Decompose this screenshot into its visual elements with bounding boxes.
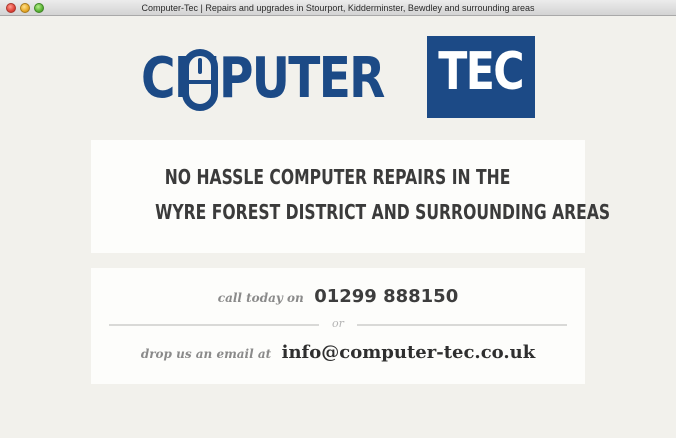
logo-tec-text: TEC: [438, 42, 525, 102]
phone-row: call today on 01299 888150: [91, 286, 585, 307]
minimize-window-button[interactable]: [20, 3, 30, 13]
logo-tec-box: TEC: [427, 36, 535, 118]
divider-right: [357, 324, 567, 326]
computer-tec-logo: C MPUTER TEC: [141, 36, 535, 118]
email-prompt: drop us an email at: [140, 347, 272, 361]
logo-wordmark: C MPUTER: [141, 45, 385, 111]
headline-line-1: NO HASSLE COMPUTER REPAIRS IN THE: [165, 165, 511, 189]
email-row: drop us an email at info@computer-tec.co…: [91, 342, 585, 363]
close-window-button[interactable]: [6, 3, 16, 13]
title-bar: Computer-Tec | Repairs and upgrades in S…: [0, 0, 676, 16]
headline-line-2: WYRE FOREST DISTRICT AND SURROUNDING ARE…: [155, 200, 611, 224]
zoom-window-button[interactable]: [34, 3, 44, 13]
headline-panel: NO HASSLE COMPUTER REPAIRS IN THE WYRE F…: [91, 140, 610, 253]
window-title: Computer-Tec | Repairs and upgrades in S…: [141, 3, 535, 13]
logo-letter-c: C: [141, 45, 176, 111]
contact-panel: call today on 01299 888150 or drop us an…: [91, 268, 585, 384]
mouse-icon: [182, 49, 218, 111]
phone-prompt: call today on: [217, 291, 304, 305]
email-link[interactable]: info@computer-tec.co.uk: [282, 342, 536, 363]
phone-number[interactable]: 01299 888150: [314, 286, 458, 307]
browser-window: Computer-Tec | Repairs and upgrades in S…: [0, 0, 676, 438]
